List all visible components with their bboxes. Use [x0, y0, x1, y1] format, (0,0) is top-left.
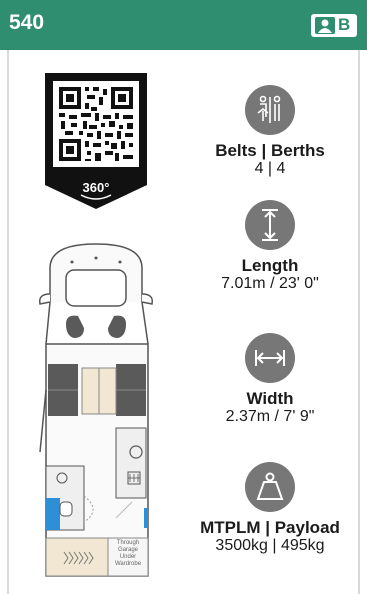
frame-left [7, 50, 9, 594]
spec-value: 7.01m / 23' 0" [221, 275, 319, 292]
spec-title: Width [246, 389, 294, 408]
spec-length: Length 7.01m / 23' 0" [180, 200, 360, 293]
spec-title: MTPLM | Payload [200, 518, 340, 537]
spec-value: 4 | 4 [254, 160, 286, 177]
spec-belts-berths: Belts | Berths 4 | 4 [180, 85, 360, 178]
qr-360-label: 360° [83, 180, 110, 195]
spec-value: 3500kg | 495kg [215, 537, 325, 554]
spec-width: Width 2.37m / 7' 9" [180, 333, 360, 426]
licence-letter: B [338, 15, 351, 34]
weight-icon [245, 462, 295, 512]
length-icon [245, 200, 295, 250]
header-bar: 540 B [0, 0, 367, 50]
spec-title: Belts | Berths [215, 141, 325, 160]
floor-plan [38, 243, 154, 577]
spec-mtplm-payload: MTPLM | Payload 3500kg | 495kg [180, 462, 360, 555]
width-icon [245, 333, 295, 383]
spec-title: Length [241, 256, 299, 275]
qr-code-360[interactable]: 360° [45, 73, 147, 209]
spec-value: 2.37m / 7' 9" [225, 408, 315, 425]
licence-badge: B [311, 14, 357, 37]
seat-berth-icon [245, 85, 295, 135]
person-icon [315, 17, 335, 34]
model-name: 540 [9, 11, 45, 34]
wardrobe-label: Through Garage Under Wardrobe [114, 540, 142, 567]
